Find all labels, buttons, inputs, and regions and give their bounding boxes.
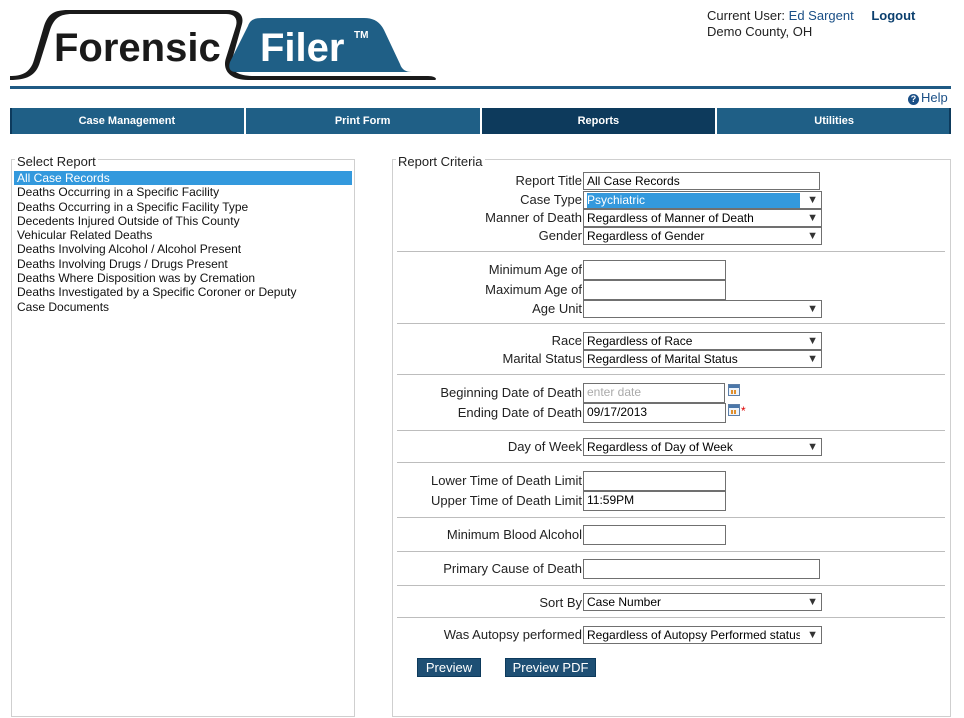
section-divider <box>397 617 945 618</box>
help-icon: ? <box>908 94 919 105</box>
logout-link[interactable]: Logout <box>871 8 915 23</box>
list-item[interactable]: Deaths Where Disposition was by Crematio… <box>14 271 352 285</box>
case-type-select[interactable]: Psychiatric ▼ <box>583 191 822 209</box>
calendar-icon[interactable] <box>728 404 740 416</box>
list-item[interactable]: Deaths Involving Alcohol / Alcohol Prese… <box>14 242 352 256</box>
report-title-input[interactable]: All Case Records <box>583 172 820 190</box>
report-list[interactable]: All Case Records Deaths Occurring in a S… <box>14 171 352 314</box>
section-divider <box>397 462 945 463</box>
section-divider <box>397 517 945 518</box>
tab-print-form[interactable]: Print Form <box>243 108 480 134</box>
day-of-week-label: Day of Week <box>507 439 582 454</box>
list-item[interactable]: Deaths Involving Drugs / Drugs Present <box>14 257 352 271</box>
list-item[interactable]: All Case Records <box>14 171 352 186</box>
gender-select[interactable]: Regardless of Gender ▼ <box>583 227 822 245</box>
chevron-down-icon: ▼ <box>807 303 818 315</box>
list-item[interactable]: Decedents Injured Outside of This County <box>14 214 352 228</box>
report-criteria-legend: Report Criteria <box>396 154 485 169</box>
main-nav: Case Management Print Form Reports Utili… <box>10 108 951 134</box>
end-date-input[interactable]: 09/17/2013 <box>583 403 726 423</box>
autopsy-select[interactable]: Regardless of Autopsy Performed status ▼ <box>583 626 822 644</box>
logo-text-filer: Filer <box>260 26 344 70</box>
list-item[interactable]: Deaths Occurring in a Specific Facility … <box>14 200 352 214</box>
tab-reports[interactable]: Reports <box>479 108 716 134</box>
logo-tm: TM <box>354 30 368 41</box>
section-divider <box>397 374 945 375</box>
begin-date-input[interactable]: enter date <box>583 383 725 403</box>
report-title-label: Report Title <box>515 173 582 188</box>
upper-time-label: Upper Time of Death Limit <box>430 493 582 508</box>
calendar-icon[interactable] <box>728 384 740 396</box>
chevron-down-icon: ▼ <box>807 212 818 224</box>
age-unit-label: Age Unit <box>532 301 582 316</box>
min-blood-alcohol-label: Minimum Blood Alcohol <box>446 527 582 542</box>
sort-by-label: Sort By <box>539 595 582 610</box>
manner-of-death-select[interactable]: Regardless of Manner of Death ▼ <box>583 209 822 227</box>
help-label: Help <box>921 90 948 105</box>
case-type-label: Case Type <box>520 192 582 207</box>
manner-of-death-label: Manner of Death <box>485 210 582 225</box>
min-blood-alcohol-input[interactable] <box>583 525 726 545</box>
section-divider <box>397 430 945 431</box>
list-item[interactable]: Case Documents <box>14 300 352 314</box>
age-unit-select[interactable]: ▼ <box>583 300 822 318</box>
header-divider <box>10 86 951 89</box>
help-link[interactable]: ? Help <box>908 90 948 105</box>
lower-time-input[interactable] <box>583 471 726 491</box>
lower-time-label: Lower Time of Death Limit <box>430 473 582 488</box>
min-age-input[interactable] <box>583 260 726 280</box>
race-label: Race <box>551 333 582 348</box>
gender-label: Gender <box>538 228 582 243</box>
current-user-label: Current User: <box>707 8 786 23</box>
end-date-label: Ending Date of Death <box>457 405 582 420</box>
day-of-week-select[interactable]: Regardless of Day of Week ▼ <box>583 438 822 456</box>
chevron-down-icon: ▼ <box>807 629 818 641</box>
chevron-down-icon: ▼ <box>807 353 818 365</box>
begin-date-label: Beginning Date of Death <box>440 385 582 400</box>
county-label: Demo County, OH <box>707 24 813 39</box>
forensic-filer-logo: Forensic Filer TM <box>8 4 440 84</box>
tab-utilities[interactable]: Utilities <box>715 108 951 134</box>
list-item[interactable]: Deaths Investigated by a Specific Corone… <box>14 285 352 299</box>
primary-cause-label: Primary Cause of Death <box>443 561 582 576</box>
section-divider <box>397 551 945 552</box>
chevron-down-icon: ▼ <box>807 335 818 347</box>
marital-status-label: Marital Status <box>502 351 582 366</box>
required-marker: * <box>741 404 746 418</box>
preview-button[interactable]: Preview <box>417 658 481 677</box>
list-item[interactable]: Vehicular Related Deaths <box>14 228 352 242</box>
user-area: Current User: Ed Sargent Logout Demo Cou… <box>707 8 915 40</box>
logo-text-forensic: Forensic <box>54 26 221 70</box>
max-age-label: Maximum Age of <box>485 282 582 297</box>
min-age-label: Minimum Age of <box>488 262 582 277</box>
upper-time-input[interactable]: 11:59PM <box>583 491 726 511</box>
chevron-down-icon: ▼ <box>807 194 818 206</box>
section-divider <box>397 585 945 586</box>
list-item[interactable]: Deaths Occurring in a Specific Facility <box>14 185 352 199</box>
nav-edge-right <box>949 108 951 134</box>
sort-by-select[interactable]: Case Number ▼ <box>583 593 822 611</box>
current-user-name: Ed Sargent <box>788 8 854 23</box>
chevron-down-icon: ▼ <box>807 441 818 453</box>
preview-pdf-button[interactable]: Preview PDF <box>505 658 596 677</box>
section-divider <box>397 323 945 324</box>
chevron-down-icon: ▼ <box>807 230 818 242</box>
autopsy-label: Was Autopsy performed <box>443 627 582 642</box>
section-divider <box>397 251 945 252</box>
chevron-down-icon: ▼ <box>807 596 818 608</box>
max-age-input[interactable] <box>583 280 726 300</box>
tab-case-management[interactable]: Case Management <box>10 108 244 134</box>
select-report-legend: Select Report <box>15 154 98 169</box>
race-select[interactable]: Regardless of Race ▼ <box>583 332 822 350</box>
primary-cause-input[interactable] <box>583 559 820 579</box>
nav-edge-left <box>10 108 12 134</box>
marital-status-select[interactable]: Regardless of Marital Status ▼ <box>583 350 822 368</box>
